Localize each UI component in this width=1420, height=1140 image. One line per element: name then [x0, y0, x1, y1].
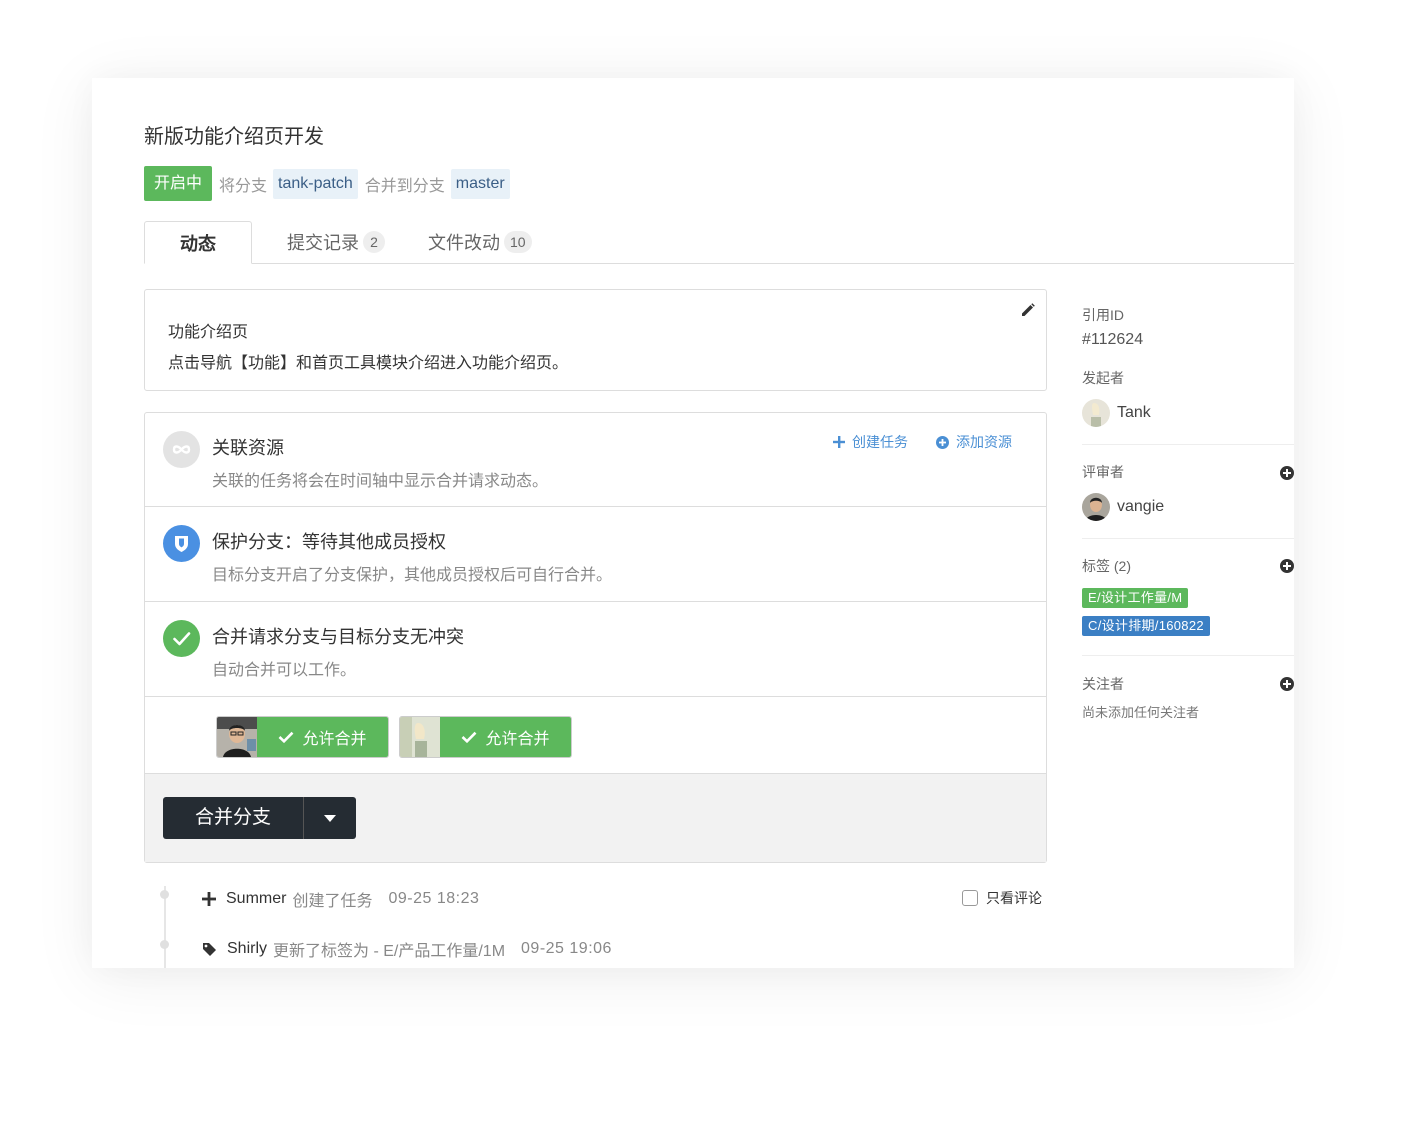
- merge-dropdown-toggle[interactable]: [304, 797, 356, 839]
- check-circle-icon: [163, 620, 200, 657]
- timeline-action: 创建了任务: [292, 893, 373, 910]
- tab-label: 提交记录: [287, 233, 359, 253]
- plus-icon: [202, 892, 216, 906]
- conflict-title: 合并请求分支与目标分支无冲突: [212, 627, 464, 647]
- merge-status-panel: 关联资源 关联的任务将会在时间轴中显示合并请求动态。 创建任务 添加资源 保护分…: [144, 412, 1047, 863]
- reviewers-label: 评审者: [1082, 464, 1124, 480]
- avatar: [1082, 399, 1110, 427]
- merge-actions: 合并分支: [145, 774, 1046, 862]
- approve-button: 允许合并: [440, 717, 571, 757]
- timeline-action: 更新了标签为 - E/产品工作量/1M: [273, 943, 506, 960]
- author-user[interactable]: Tank: [1082, 399, 1151, 427]
- timeline-dot: [160, 890, 169, 899]
- add-watcher-icon[interactable]: [1280, 677, 1294, 691]
- only-comments-label: 只看评论: [986, 890, 1042, 906]
- tab-commits[interactable]: 提交记录 2: [287, 221, 385, 264]
- caret-down-icon: [324, 814, 336, 822]
- timeline-time: 09-25 18:23: [388, 890, 480, 907]
- approval-badge[interactable]: 允许合并: [399, 716, 572, 758]
- from-branch-label: 将分支: [219, 177, 268, 195]
- branch-info: 开启中 将分支 tank-patch 合并到分支 master: [144, 166, 510, 201]
- add-reviewer-icon[interactable]: [1280, 466, 1294, 480]
- resource-actions: 创建任务 添加资源: [805, 432, 1012, 452]
- create-task-label: 创建任务: [852, 434, 908, 450]
- tag-badge[interactable]: C/设计排期/160822: [1082, 616, 1210, 636]
- protect-branch-row: 保护分支：等待其他成员授权 目标分支开启了分支保护，其他成员授权后可自行合并。: [145, 507, 1046, 602]
- divider: [1082, 655, 1294, 656]
- check-icon: [279, 731, 294, 743]
- watchers-label: 关注者: [1082, 676, 1124, 692]
- divider: [1082, 444, 1294, 445]
- only-comments-filter[interactable]: 只看评论: [962, 888, 1042, 908]
- merge-button-group: 合并分支: [163, 797, 356, 839]
- approvals-row: 允许合并 允许合并: [145, 697, 1046, 774]
- plus-icon: [833, 436, 845, 448]
- tags-label: 标签 (2): [1082, 558, 1131, 574]
- author-name: Tank: [1117, 404, 1151, 421]
- description-body: 点击导航【功能】和首页工具模块介绍进入功能介绍页。: [168, 355, 569, 372]
- check-icon: [462, 731, 477, 743]
- timeline-time: 09-25 19:06: [521, 940, 612, 957]
- tab-count: 10: [504, 231, 532, 253]
- shield-icon: [163, 525, 200, 562]
- no-conflict-row: 合并请求分支与目标分支无冲突 自动合并可以工作。: [145, 602, 1046, 697]
- create-task-link[interactable]: 创建任务: [833, 432, 908, 452]
- author-label: 发起者: [1082, 370, 1124, 386]
- resources-row: 关联资源 关联的任务将会在时间轴中显示合并请求动态。 创建任务 添加资源: [145, 413, 1046, 507]
- resources-subtitle: 关联的任务将会在时间轴中显示合并请求动态。: [212, 473, 549, 490]
- plus-circle-icon: [936, 435, 949, 449]
- add-resource-label: 添加资源: [956, 434, 1012, 450]
- approval-badge[interactable]: 允许合并: [216, 716, 389, 758]
- page-title: 新版功能介绍页开发: [144, 126, 324, 148]
- description-box: 功能介绍页 点击导航【功能】和首页工具模块介绍进入功能介绍页。: [144, 289, 1047, 391]
- merge-button[interactable]: 合并分支: [163, 797, 304, 839]
- conflict-subtitle: 自动合并可以工作。: [212, 662, 357, 679]
- watchers-empty-text: 尚未添加任何关注者: [1082, 705, 1200, 720]
- timeline-user[interactable]: Shirly: [227, 940, 267, 958]
- reviewer-user[interactable]: vangie: [1082, 493, 1164, 521]
- reviewer-name: vangie: [1117, 498, 1165, 515]
- target-branch-label: 合并到分支: [364, 177, 445, 195]
- tag-badge[interactable]: E/设计工作量/M: [1082, 588, 1189, 608]
- tab-bar: 动态 提交记录 2 文件改动 10: [144, 221, 1294, 264]
- ref-id-label: 引用ID: [1082, 307, 1124, 323]
- merge-request-card: 新版功能介绍页开发 开启中 将分支 tank-patch 合并到分支 maste…: [92, 78, 1294, 968]
- protect-title: 保护分支：等待其他成员授权: [212, 532, 446, 552]
- avatar: [1082, 493, 1110, 521]
- add-resource-link[interactable]: 添加资源: [936, 432, 1012, 452]
- status-badge: 开启中: [144, 166, 213, 201]
- infinity-link-icon: [163, 431, 200, 468]
- tab-count: 2: [363, 231, 385, 253]
- description-title: 功能介绍页: [168, 324, 249, 341]
- tag-icon: [203, 942, 216, 956]
- add-tag-icon[interactable]: [1280, 559, 1294, 573]
- timeline-dot: [160, 940, 169, 949]
- approve-label: 允许合并: [302, 731, 367, 748]
- tab-label: 文件改动: [428, 233, 500, 253]
- ref-id-value: #112624: [1082, 331, 1144, 348]
- timeline-user[interactable]: Summer: [226, 890, 286, 908]
- only-comments-checkbox[interactable]: [962, 890, 978, 906]
- pencil-icon[interactable]: [1020, 302, 1036, 318]
- target-branch[interactable]: master: [450, 168, 510, 199]
- protect-subtitle: 目标分支开启了分支保护，其他成员授权后可自行合并。: [212, 567, 613, 584]
- avatar: [400, 717, 440, 757]
- timeline-item: Summer 创建了任务 09-25 18:23: [202, 887, 479, 911]
- avatar: [217, 717, 257, 757]
- approve-label: 允许合并: [485, 731, 550, 748]
- approve-button: 允许合并: [257, 717, 388, 757]
- tab-activity[interactable]: 动态: [144, 221, 252, 264]
- tab-label: 动态: [180, 234, 216, 254]
- resources-title: 关联资源: [212, 438, 284, 458]
- timeline-item: Shirly 更新了标签为 - E/产品工作量/1M 09-25 19:06: [202, 937, 612, 961]
- tab-files[interactable]: 文件改动 10: [428, 221, 532, 264]
- divider: [1082, 538, 1294, 539]
- source-branch[interactable]: tank-patch: [273, 168, 358, 199]
